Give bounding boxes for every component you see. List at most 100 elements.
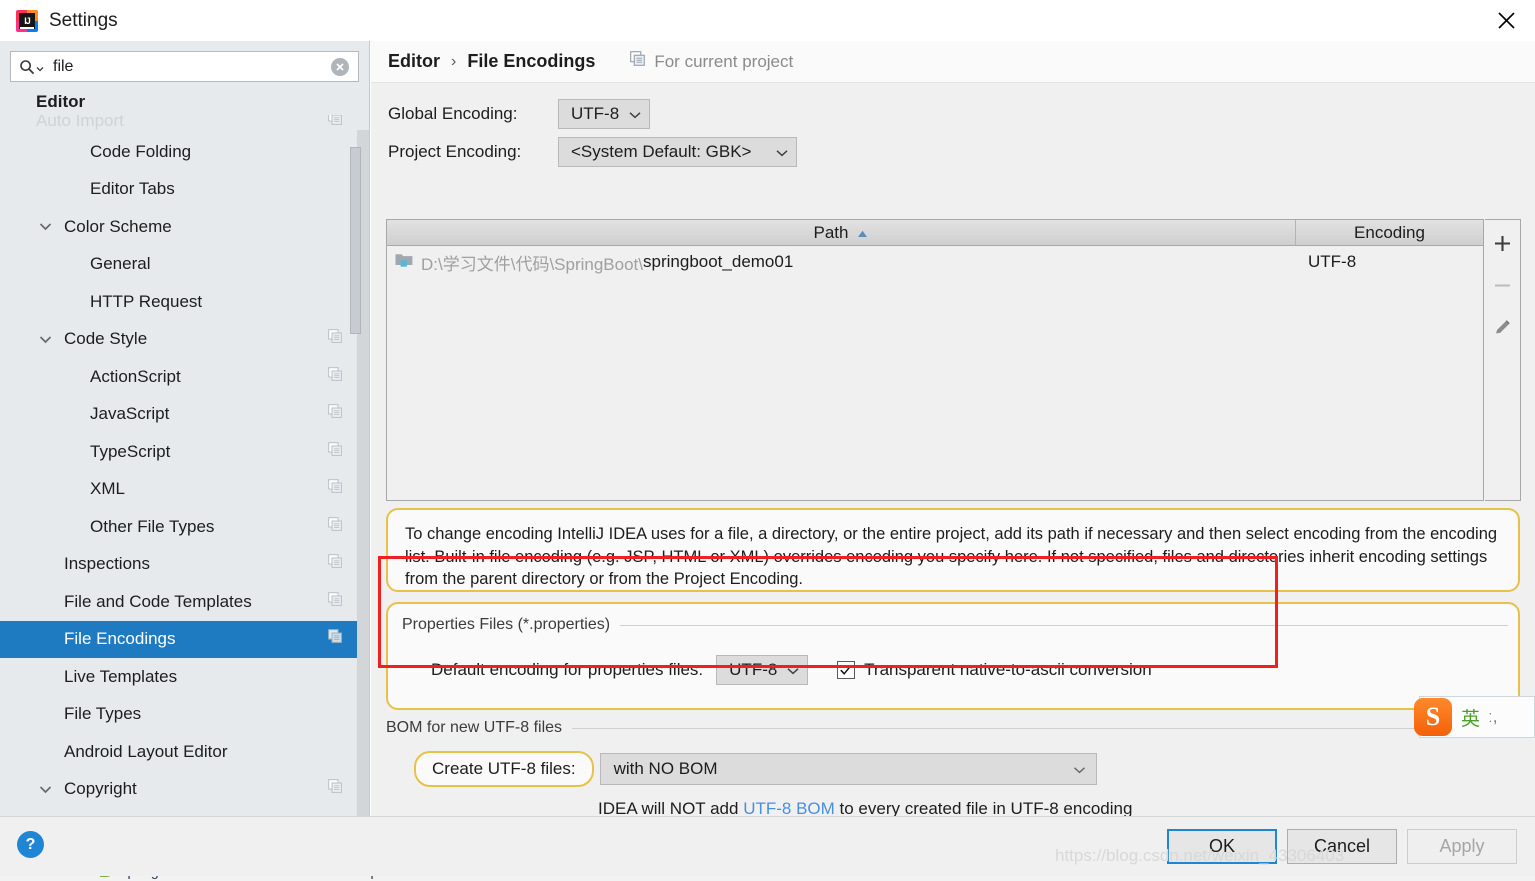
help-icon[interactable]: ? bbox=[17, 831, 44, 858]
cell-path: D:\学习文件\代码\SpringBoot\ springboot_demo01 bbox=[387, 250, 1296, 275]
bom-select[interactable]: with NO BOM bbox=[599, 753, 1097, 785]
project-scope-icon bbox=[328, 441, 343, 462]
tree-root-editor[interactable]: Editor bbox=[0, 89, 369, 115]
sidebar-item-label: TypeScript bbox=[90, 441, 171, 461]
scope-note-label: For current project bbox=[654, 51, 794, 71]
checkbox-label: Transparent native-to-ascii conversion bbox=[864, 660, 1152, 679]
sidebar-item-label: General bbox=[90, 254, 151, 274]
properties-files-legend-label: Properties Files (*.properties) bbox=[402, 616, 611, 633]
sidebar-item-live-templates[interactable]: Live Templates bbox=[0, 658, 369, 696]
sidebar-item-android-layout-editor[interactable]: Android Layout Editor bbox=[0, 733, 369, 771]
chevron-down-icon bbox=[787, 660, 799, 680]
sidebar-item-file-and-code-templates[interactable]: File and Code Templates bbox=[0, 583, 369, 621]
clear-icon[interactable] bbox=[331, 57, 349, 76]
search-input[interactable] bbox=[53, 52, 293, 81]
sidebar-item-color-scheme[interactable]: Color Scheme bbox=[0, 208, 369, 246]
title-bar: IJ Settings bbox=[0, 0, 1535, 41]
properties-encoding-label: Default encoding for properties files: bbox=[431, 660, 704, 679]
sidebar-item-typescript[interactable]: TypeScript bbox=[0, 433, 369, 471]
sidebar-item-inspections[interactable]: Inspections bbox=[0, 546, 369, 584]
breadcrumb: Editor › File Encodings For current proj… bbox=[371, 41, 1535, 83]
global-encoding-select[interactable]: UTF-8 bbox=[558, 99, 650, 129]
breadcrumb-separator-icon: › bbox=[451, 52, 457, 70]
cell-path-name: springboot_demo01 bbox=[643, 252, 794, 271]
info-panel-text: To change encoding IntelliJ IDEA uses fo… bbox=[405, 525, 1498, 588]
search-icon bbox=[19, 59, 44, 75]
project-encoding-select[interactable]: <System Default: GBK> bbox=[558, 137, 797, 167]
bom-legend-label: BOM for new UTF-8 files bbox=[386, 719, 563, 736]
chevron-down-icon bbox=[629, 104, 641, 124]
sidebar-item-label: File Types bbox=[64, 704, 142, 724]
sidebar-item-actionscript[interactable]: ActionScript bbox=[0, 358, 369, 396]
chevron-down-icon[interactable] bbox=[38, 222, 52, 231]
transparent-native-to-ascii-checkbox[interactable]: Transparent native-to-ascii conversion bbox=[837, 660, 1152, 680]
sidebar-item-file-encodings[interactable]: File Encodings bbox=[0, 620, 369, 658]
apply-button: Apply bbox=[1407, 829, 1517, 864]
sidebar-item-label: Other File Types bbox=[90, 516, 215, 536]
search-box[interactable] bbox=[10, 51, 359, 82]
sidebar-item-label: JavaScript bbox=[90, 404, 170, 424]
sidebar-item-label: HTTP Request bbox=[90, 291, 203, 311]
cell-encoding[interactable]: UTF-8 bbox=[1296, 252, 1483, 272]
sidebar-item-file-types[interactable]: File Types bbox=[0, 696, 369, 734]
sidebar-item-label: Color Scheme bbox=[64, 216, 172, 236]
add-button[interactable] bbox=[1488, 228, 1518, 258]
ok-button[interactable]: OK bbox=[1167, 829, 1277, 864]
breadcrumb-parent[interactable]: Editor bbox=[388, 51, 440, 72]
sidebar-item-other-file-types[interactable]: Other File Types bbox=[0, 508, 369, 546]
chevron-down-icon[interactable] bbox=[38, 785, 52, 794]
tree-list: Auto Import Code Folding Editor Tabs Color … bbox=[0, 115, 369, 805]
column-header-path[interactable]: Path bbox=[387, 220, 1296, 246]
remove-button[interactable] bbox=[1488, 270, 1518, 300]
global-encoding-label: Global Encoding: bbox=[388, 104, 518, 123]
sogou-ime-toolbar[interactable]: S 英 ː, bbox=[1414, 696, 1535, 738]
encoding-selectors: Global Encoding: UTF-8 Project Encoding:… bbox=[371, 83, 1535, 171]
table-row[interactable]: D:\学习文件\代码\SpringBoot\ springboot_demo01 U… bbox=[387, 246, 1483, 278]
legend-divider bbox=[572, 727, 1520, 729]
sidebar-item-code-style[interactable]: Code Style bbox=[0, 321, 369, 359]
sidebar-item-javascript[interactable]: JavaScript bbox=[0, 396, 369, 434]
folder-icon bbox=[395, 252, 413, 272]
sidebar-item-label: File and Code Templates bbox=[64, 591, 252, 611]
sidebar-item-label: Android Layout Editor bbox=[64, 741, 228, 761]
sidebar-scrollbar-thumb[interactable] bbox=[350, 147, 361, 334]
sidebar-item-xml[interactable]: XML bbox=[0, 471, 369, 509]
cancel-button[interactable]: Cancel bbox=[1287, 829, 1397, 864]
project-scope-icon bbox=[328, 779, 343, 799]
column-header-encoding-label: Encoding bbox=[1354, 222, 1425, 242]
project-scope-icon bbox=[328, 366, 343, 387]
sidebar-item-http-request[interactable]: HTTP Request bbox=[0, 283, 369, 321]
project-scope-icon bbox=[328, 404, 343, 424]
bom-row: Create UTF-8 files: with NO BOM bbox=[386, 751, 1520, 787]
sidebar-item-code-folding[interactable]: Code Folding bbox=[0, 133, 369, 171]
edit-button[interactable] bbox=[1488, 312, 1518, 342]
sidebar-item-editor-tabs[interactable]: Editor Tabs bbox=[0, 171, 369, 209]
column-header-encoding[interactable]: Encoding bbox=[1296, 220, 1483, 246]
project-scope-icon bbox=[630, 51, 646, 72]
close-icon[interactable] bbox=[1477, 0, 1535, 41]
properties-encoding-select[interactable]: UTF-8 bbox=[716, 655, 809, 685]
bom-select-value: with NO BOM bbox=[613, 759, 718, 778]
sidebar-item-copyright[interactable]: Copyright bbox=[0, 771, 369, 806]
sidebar-item-general[interactable]: General bbox=[0, 246, 369, 284]
project-scope-icon bbox=[328, 629, 343, 649]
sidebar-item-label: Inspections bbox=[64, 554, 150, 574]
project-encoding-row: Project Encoding: <System Default: GBK> bbox=[388, 133, 1535, 171]
settings-content-panel: Editor › File Encodings For current proj… bbox=[371, 41, 1535, 818]
ime-punctuation-toggle[interactable]: ː, bbox=[1488, 707, 1497, 727]
sidebar-item-label: Live Templates bbox=[64, 666, 178, 686]
breadcrumb-current: File Encodings bbox=[467, 51, 596, 71]
properties-encoding-value: UTF-8 bbox=[729, 660, 778, 679]
encodings-table: Path Encoding D:\学习文件\代码\SpringBoot\ spri… bbox=[386, 219, 1484, 501]
sidebar-item-label: ActionScript bbox=[90, 366, 181, 386]
sidebar-item-label: Code Style bbox=[64, 329, 148, 349]
ime-mode-indicator[interactable]: 英 bbox=[1461, 704, 1480, 731]
column-header-path-label: Path bbox=[813, 222, 849, 242]
properties-encoding-row: Default encoding for properties files: U… bbox=[431, 655, 1152, 685]
project-scope-icon bbox=[328, 479, 343, 499]
scope-note: For current project bbox=[630, 51, 793, 72]
sort-ascending-icon bbox=[857, 223, 868, 243]
chevron-down-icon[interactable] bbox=[38, 335, 52, 344]
sidebar-item-label: Editor Tabs bbox=[90, 179, 175, 199]
sidebar-item-auto-import[interactable]: Auto Import bbox=[0, 115, 369, 133]
